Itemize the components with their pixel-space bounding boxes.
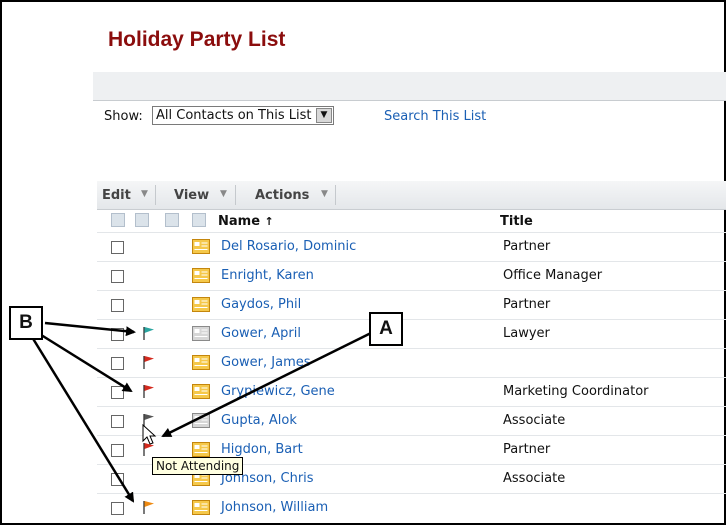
arrow-a-to-gupta (161, 331, 372, 438)
callout-a: A (369, 312, 403, 346)
arrow-b-to-grypiewicz (37, 331, 133, 393)
annotation-arrows (30, 321, 372, 503)
arrow-b-to-gower-april (44, 321, 136, 337)
callout-b: B (9, 306, 43, 340)
